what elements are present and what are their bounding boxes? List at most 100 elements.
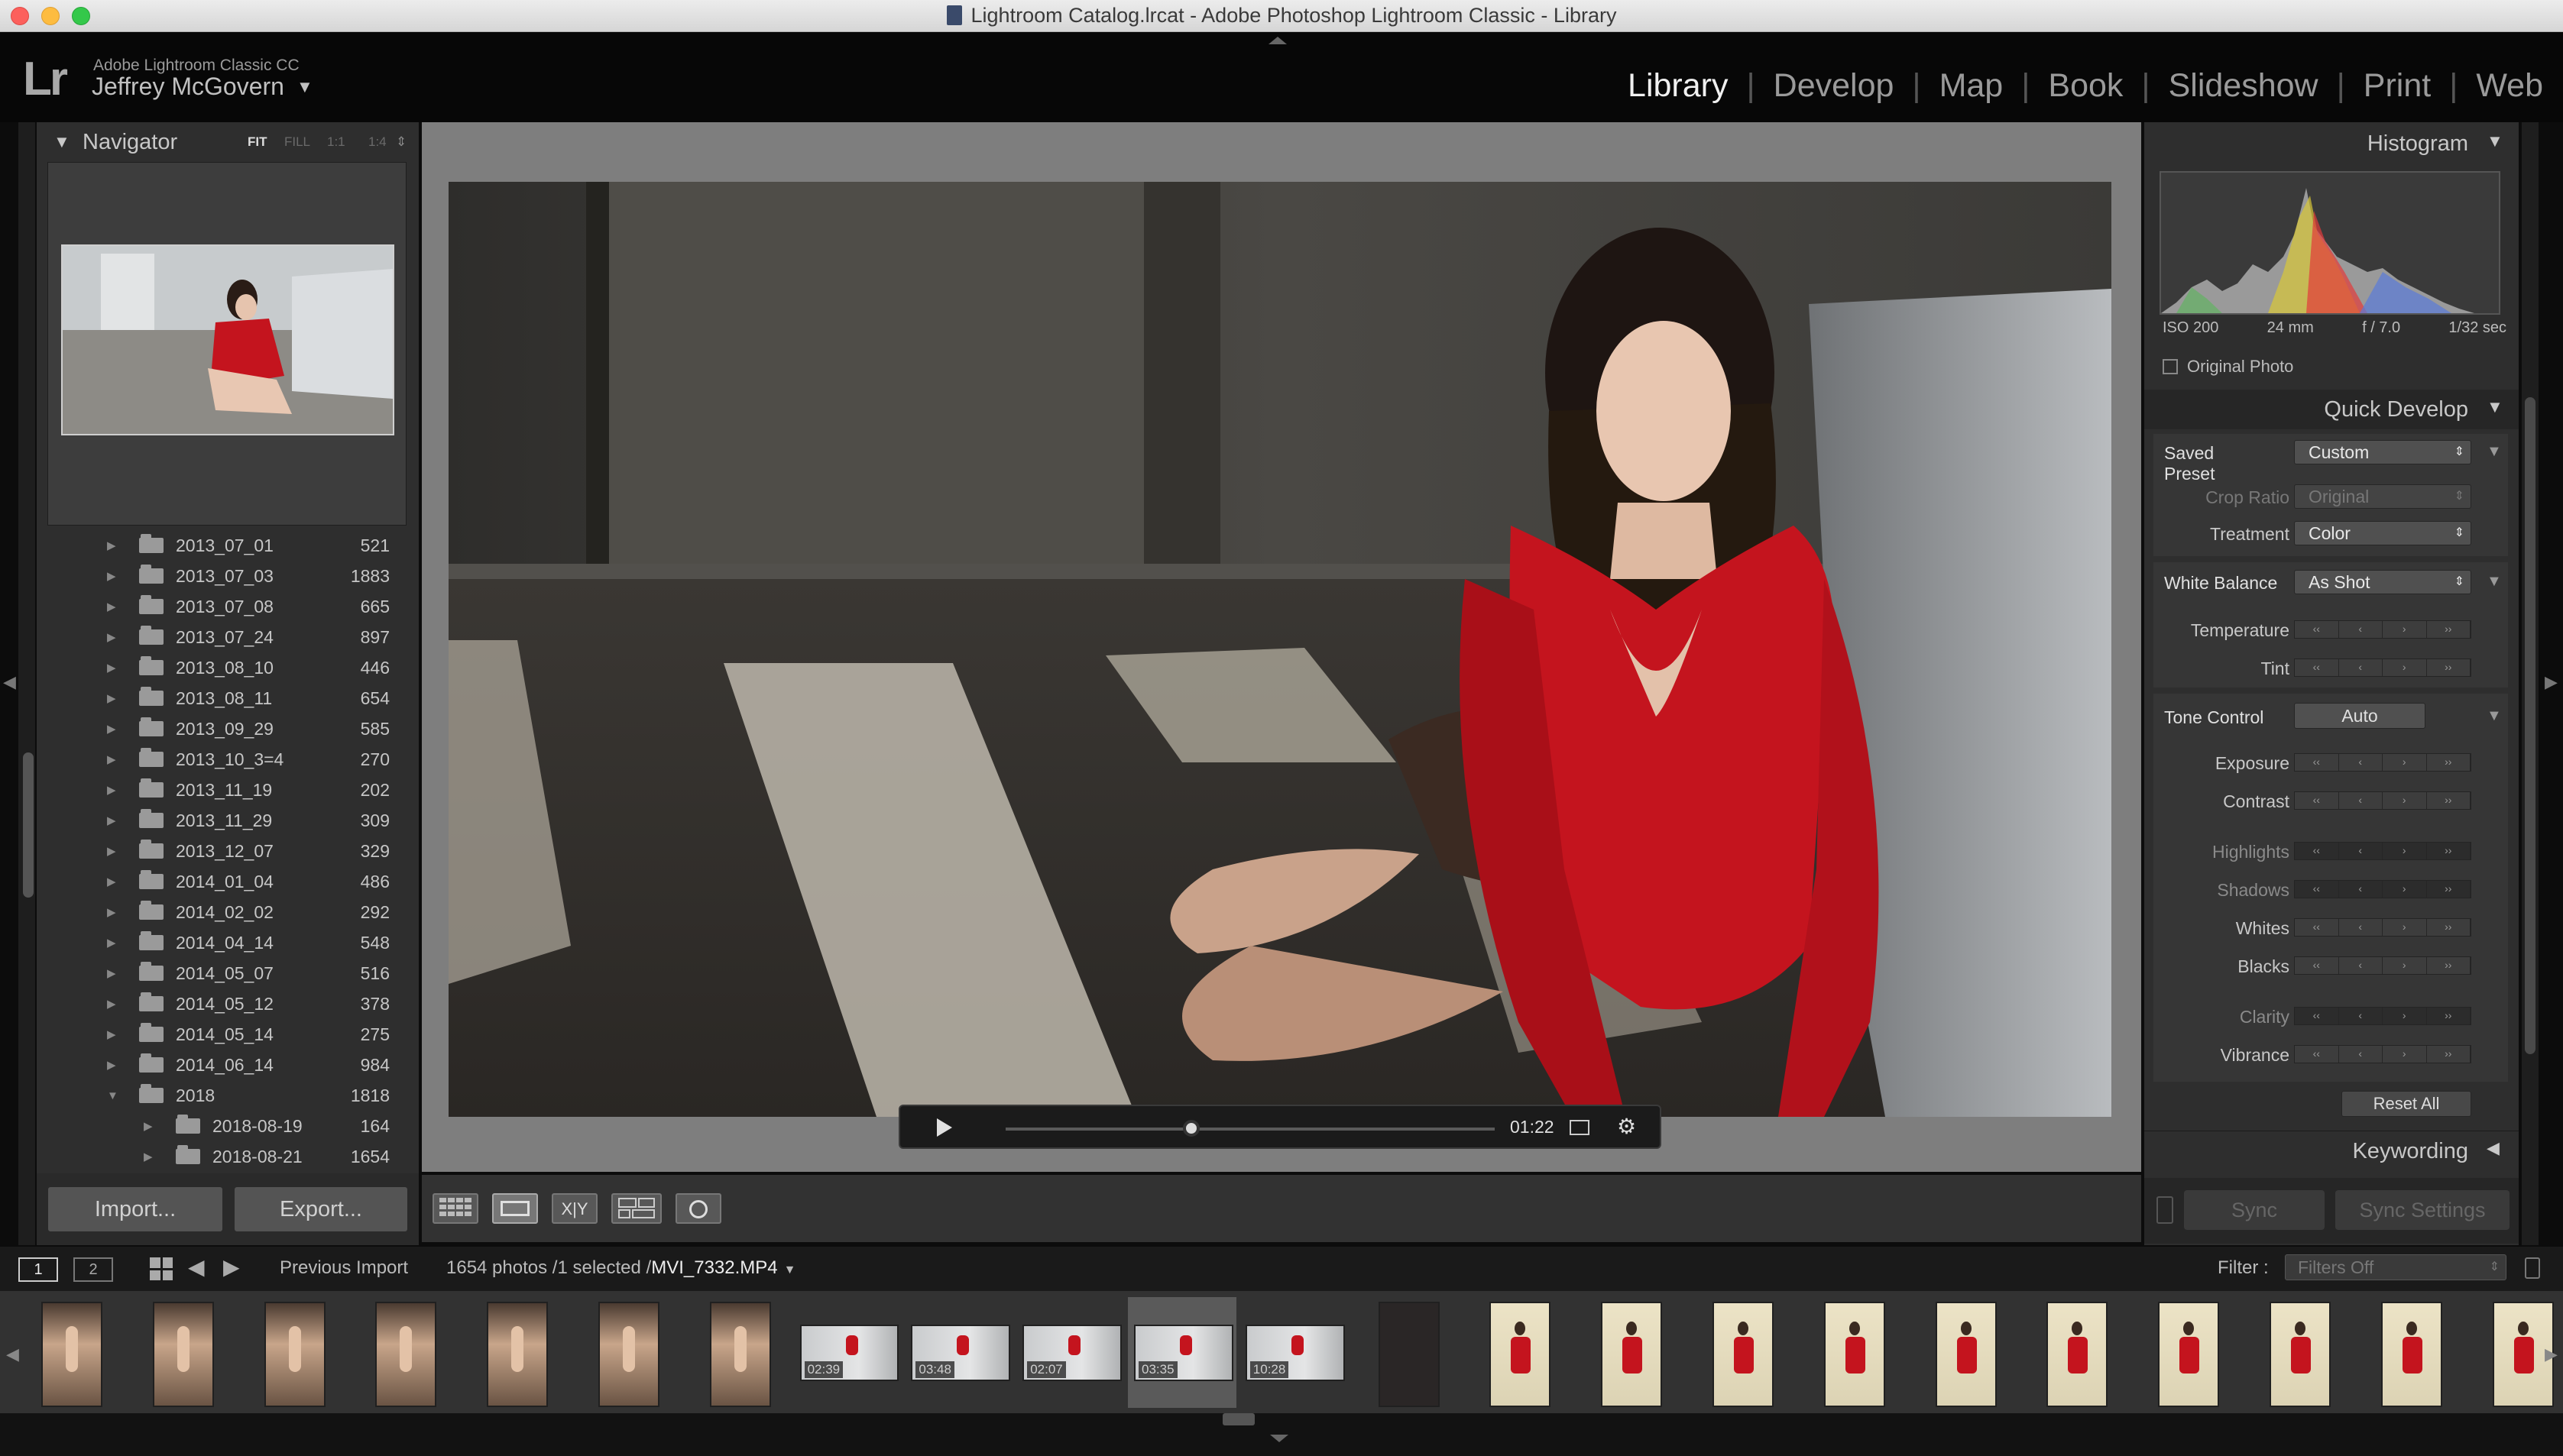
disclosure-triangle-icon[interactable]: ▶ [107,783,116,797]
folder-row[interactable]: ▶ 2013_07_08 665 [47,591,407,622]
filmstrip-cell[interactable] [2354,1297,2462,1408]
collapse-left-panel-icon[interactable]: ◀ [3,672,16,692]
temperature-stepper[interactable]: ‹‹ ‹ › ›› [2294,620,2471,639]
auto-sync-switch[interactable] [2156,1196,2173,1224]
filmstrip-cell[interactable] [1908,1297,2017,1408]
grid-view-icon[interactable] [433,1193,478,1224]
filmstrip-scroll-right-icon[interactable]: ▶ [2545,1344,2558,1364]
forward-arrow-icon[interactable]: ▶ [223,1254,240,1280]
disclosure-triangle-icon[interactable]: ▶ [107,752,116,766]
folder-row[interactable]: ▶ 2014_05_14 275 [47,1019,407,1050]
triangle-down-icon[interactable]: ▼ [2487,707,2502,725]
folder-row[interactable]: ▶ 2014_06_14 984 [47,1050,407,1080]
triangle-down-icon[interactable]: ▼ [2487,397,2503,417]
filmstrip-cell[interactable] [571,1297,679,1408]
video-scrubber[interactable] [1006,1120,1495,1137]
collapse-top-panel-icon[interactable] [1269,37,1287,44]
folder-row[interactable]: ▶ 2014_05_07 516 [47,958,407,988]
filmstrip-cell[interactable]: 02:07 [1016,1297,1125,1408]
video-playhead[interactable] [1183,1120,1200,1137]
play-icon[interactable] [937,1118,952,1137]
zoom-stepper-icon[interactable]: ⇕ [396,122,407,162]
histogram-title[interactable]: Histogram [2144,124,2519,163]
crop-ratio-dropdown[interactable]: Original ⇕ [2294,484,2471,509]
module-develop[interactable]: Develop [1771,67,1897,105]
disclosure-triangle-icon[interactable]: ▶ [107,569,116,583]
filmstrip-cell[interactable] [2019,1297,2127,1408]
triangle-left-icon[interactable]: ◀ [2487,1138,2500,1158]
disclosure-triangle-icon[interactable]: ▶ [107,539,116,552]
folder-row[interactable]: ▶ 2014_05_12 378 [47,988,407,1019]
left-panel-scrollbar[interactable] [23,752,34,898]
zoom-fit[interactable]: FIT [248,122,267,162]
navigator-header[interactable]: ▼ Navigator FIT FILL 1:1 1:4 ⇕ [37,122,419,162]
folder-row[interactable]: ▶ 2013_07_01 521 [47,530,407,561]
filmstrip-scrollbar[interactable] [1223,1413,1255,1425]
survey-view-icon[interactable] [611,1193,662,1224]
tint-stepper[interactable]: ‹‹ ‹ › ›› [2294,658,2471,677]
keywording-title[interactable]: Keywording [2144,1131,2519,1170]
filmstrip-cell[interactable] [459,1297,568,1408]
contrast-stepper[interactable]: ‹‹ ‹ › ›› [2294,791,2471,810]
filmstrip-cell[interactable]: 10:28 [1239,1297,1348,1408]
original-photo-checkbox[interactable] [2163,359,2178,374]
grid-view-icon[interactable] [150,1257,173,1280]
disclosure-triangle-icon[interactable]: ▶ [107,630,116,644]
disclosure-triangle-icon[interactable]: ▶ [107,966,116,980]
triangle-down-icon[interactable]: ▼ [2487,443,2502,461]
module-print[interactable]: Print [2360,67,2434,105]
selection-info[interactable]: 1654 photos /1 selected /MVI_7332.MP4 ▼ [446,1257,795,1279]
blacks-stepper[interactable]: ‹‹ ‹ › ›› [2294,956,2471,975]
folder-row[interactable]: ▶ 2013_07_24 897 [47,622,407,652]
zoom-1-4[interactable]: 1:4 [368,122,387,162]
quick-develop-title[interactable]: Quick Develop [2144,390,2519,429]
module-library[interactable]: Library [1625,67,1731,105]
vibrance-stepper[interactable]: ‹‹ ‹ › ›› [2294,1045,2471,1063]
filmstrip-cell[interactable] [682,1297,791,1408]
import-button[interactable]: Import... [47,1186,223,1232]
identity-plate-user[interactable]: Jeffrey McGovern ▼ [92,73,313,101]
collapse-right-panel-icon[interactable]: ▶ [2545,672,2558,692]
sync-button[interactable]: Sync [2184,1190,2325,1230]
disclosure-triangle-icon[interactable]: ▼ [107,1089,118,1102]
filmstrip-cell[interactable]: 03:35 [1128,1297,1236,1408]
filter-dropdown[interactable]: Filters Off ⇕ [2285,1254,2506,1280]
filmstrip-cell[interactable] [1462,1297,1570,1408]
disclosure-triangle-icon[interactable]: ▶ [107,875,116,888]
highlights-stepper[interactable]: ‹‹ ‹ › ›› [2294,842,2471,860]
white-balance-dropdown[interactable]: As Shot ⇕ [2294,570,2471,594]
triangle-down-icon[interactable]: ▼ [2487,131,2503,151]
folder-row[interactable]: ▶ 2014_02_02 292 [47,897,407,927]
zoom-fill[interactable]: FILL [284,122,310,162]
clarity-stepper[interactable]: ‹‹ ‹ › ›› [2294,1007,2471,1025]
triangle-down-icon[interactable]: ▼ [53,122,70,162]
folder-row[interactable]: ▶ 2013_11_29 309 [47,805,407,836]
filmstrip-scroll-left-icon[interactable]: ◀ [6,1344,19,1364]
folder-row[interactable]: ▶ 2014_04_14 548 [47,927,407,958]
disclosure-triangle-icon[interactable]: ▶ [107,691,116,705]
collapse-filmstrip-icon[interactable] [1270,1435,1288,1442]
filmstrip-cell[interactable] [1797,1297,1905,1408]
source-label[interactable]: Previous Import [280,1257,408,1279]
gear-icon[interactable]: ⚙ [1617,1114,1636,1139]
right-panel-scrollbar[interactable] [2525,397,2535,1054]
filmstrip-cell[interactable] [237,1297,345,1408]
module-map[interactable]: Map [1936,67,2007,105]
filmstrip-cell[interactable]: 03:48 [905,1297,1013,1408]
back-arrow-icon[interactable]: ◀ [188,1254,205,1280]
filmstrip-cell[interactable] [2242,1297,2351,1408]
disclosure-triangle-icon[interactable]: ▶ [107,1027,116,1041]
filmstrip-cell[interactable] [1351,1297,1460,1408]
reset-all-button[interactable]: Reset All [2341,1091,2471,1117]
filmstrip-cell[interactable]: 02:39 [794,1297,902,1408]
loupe-view-icon[interactable] [492,1193,538,1224]
shadows-stepper[interactable]: ‹‹ ‹ › ›› [2294,880,2471,898]
disclosure-triangle-icon[interactable]: ▶ [107,997,116,1011]
folder-row[interactable]: ▶ 2018-08-21 1654 [47,1141,407,1172]
secondary-window-button[interactable]: 2 [73,1257,113,1282]
folder-row[interactable]: ▶ 2013_12_07 329 [47,836,407,866]
disclosure-triangle-icon[interactable]: ▶ [107,1058,116,1072]
filmstrip-cell[interactable] [1573,1297,1682,1408]
disclosure-triangle-icon[interactable]: ▶ [107,661,116,675]
export-button[interactable]: Export... [234,1186,408,1232]
